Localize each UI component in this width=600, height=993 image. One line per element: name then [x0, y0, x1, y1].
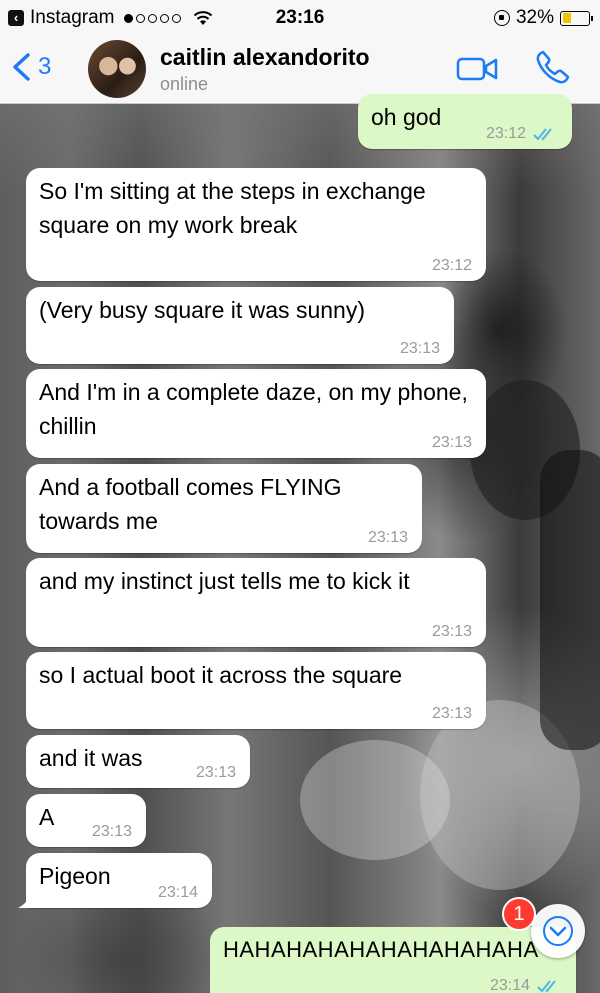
message-text: And a football comes FLYING towards me: [39, 474, 342, 534]
read-receipt-icon: [537, 980, 556, 993]
battery-icon: [560, 10, 593, 26]
message-bubble-incoming[interactable]: and my instinct just tells me to kick it…: [26, 558, 486, 647]
message-time: 23:13: [399, 340, 440, 357]
message-time: 23:13: [195, 764, 236, 781]
message-text: and my instinct just tells me to kick it: [39, 568, 410, 594]
message-time: 23:13: [367, 529, 408, 546]
back-button[interactable]: 3: [10, 52, 51, 82]
message-bubble-incoming[interactable]: and it was 23:13: [26, 735, 250, 788]
message-bubble-incoming[interactable]: So I'm sitting at the steps in exchange …: [26, 168, 486, 281]
message-time: 23:13: [91, 823, 132, 840]
contact-name[interactable]: caitlin alexandorito: [160, 44, 370, 71]
contact-status: online: [160, 74, 209, 94]
message-text: And I'm in a complete daze, on my phone,…: [39, 379, 468, 439]
message-text: (Very busy square it was sunny): [39, 297, 365, 323]
message-bubble-outgoing[interactable]: oh god 23:12: [358, 94, 572, 149]
message-time: 23:14: [489, 977, 530, 993]
message-bubble-incoming[interactable]: (Very busy square it was sunny) 23:13: [26, 287, 454, 364]
message-time: 23:13: [431, 434, 472, 451]
message-time: 23:14: [157, 884, 198, 901]
message-bubble-outgoing[interactable]: HAHAHAHAHAHAHAHAHAHA 23:14: [210, 927, 576, 993]
message-text: so I actual boot it across the square: [39, 662, 403, 688]
message-bubble-incoming[interactable]: so I actual boot it across the square 23…: [26, 652, 486, 729]
message-text: HAHAHAHAHAHAHAHAHAHA: [223, 937, 539, 962]
bubble-tail: [18, 890, 38, 908]
message-bubble-incoming[interactable]: And a football comes FLYING towards me 2…: [26, 464, 422, 553]
unread-chats-count: 3: [38, 53, 52, 80]
message-bubble-incoming[interactable]: Pigeon 23:14: [18, 853, 212, 908]
avatar[interactable]: [88, 40, 146, 98]
message-time: 23:13: [431, 705, 472, 722]
message-text: So I'm sitting at the steps in exchange …: [39, 178, 426, 238]
message-time: 23:12: [485, 125, 526, 142]
unread-badge: 1: [502, 897, 536, 931]
chevron-down-icon: [543, 916, 573, 946]
phone-icon[interactable]: [534, 48, 572, 86]
read-receipt-icon: [533, 128, 552, 141]
rotation-lock-icon: [493, 10, 510, 26]
battery-percent: 32%: [515, 7, 554, 28]
battery-fill: [562, 13, 571, 23]
chevron-left-icon: [13, 53, 30, 81]
status-bar: ‹ Instagram 23:16 32%: [0, 0, 600, 34]
message-time: 23:12: [431, 257, 472, 274]
video-camera-icon[interactable]: [456, 56, 498, 82]
scroll-to-bottom-button[interactable]: [531, 904, 585, 958]
message-bubble-incoming[interactable]: A 23:13: [26, 794, 146, 847]
message-time: 23:13: [431, 623, 472, 640]
message-bubble-incoming[interactable]: And I'm in a complete daze, on my phone,…: [26, 369, 486, 458]
